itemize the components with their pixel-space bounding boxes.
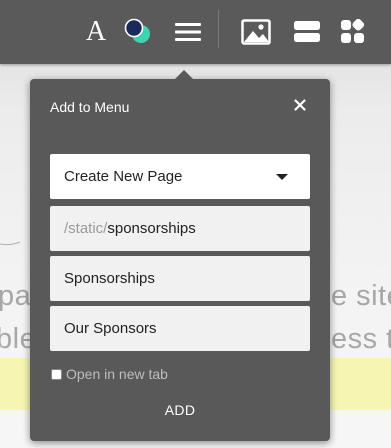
page-type-value: Create New Page bbox=[64, 168, 183, 185]
image-glyph bbox=[241, 19, 271, 45]
popover-arrow bbox=[175, 70, 193, 79]
background-text: ess t bbox=[331, 323, 391, 355]
add-button[interactable]: ADD bbox=[140, 399, 220, 421]
popover-title: Add to Menu bbox=[50, 99, 130, 115]
close-glyph bbox=[294, 99, 306, 111]
background-text: e site bbox=[331, 280, 391, 312]
menu-label-input[interactable]: Sponsorships bbox=[50, 256, 310, 301]
close-icon[interactable] bbox=[292, 97, 308, 113]
font-icon[interactable]: A bbox=[80, 16, 112, 48]
page-type-select[interactable]: Create New Page bbox=[50, 154, 310, 199]
image-icon[interactable] bbox=[240, 16, 272, 48]
toolbar-divider bbox=[218, 10, 219, 48]
hamburger-lines bbox=[175, 23, 201, 41]
color-dots bbox=[124, 18, 150, 43]
open-new-tab-checkbox[interactable] bbox=[51, 368, 62, 380]
blocks-icon[interactable] bbox=[337, 16, 369, 48]
color-palette-icon[interactable] bbox=[122, 16, 154, 48]
chevron-down-icon bbox=[276, 174, 288, 180]
blocks-glyph bbox=[341, 19, 365, 43]
open-new-tab-label: Open in new tab bbox=[66, 366, 168, 382]
add-to-menu-popover: Add to Menu Create New Page /static/spon… bbox=[30, 70, 330, 441]
layout-icon[interactable] bbox=[291, 16, 323, 48]
url-input[interactable]: /static/sponsorships bbox=[50, 206, 310, 251]
menu-label-value: Sponsorships bbox=[64, 270, 155, 287]
editor-toolbar: A bbox=[0, 0, 391, 64]
layout-glyph bbox=[294, 21, 320, 42]
font-glyph: A bbox=[85, 16, 107, 47]
background-text: pa bbox=[0, 280, 32, 312]
page-title-value: Our Sponsors bbox=[64, 320, 157, 337]
url-value: sponsorships bbox=[107, 220, 196, 237]
url-prefix: /static/ bbox=[64, 220, 108, 237]
page-title-input[interactable]: Our Sponsors bbox=[50, 306, 310, 351]
menu-icon[interactable] bbox=[172, 16, 204, 48]
open-new-tab-option[interactable]: Open in new tab bbox=[51, 366, 168, 382]
